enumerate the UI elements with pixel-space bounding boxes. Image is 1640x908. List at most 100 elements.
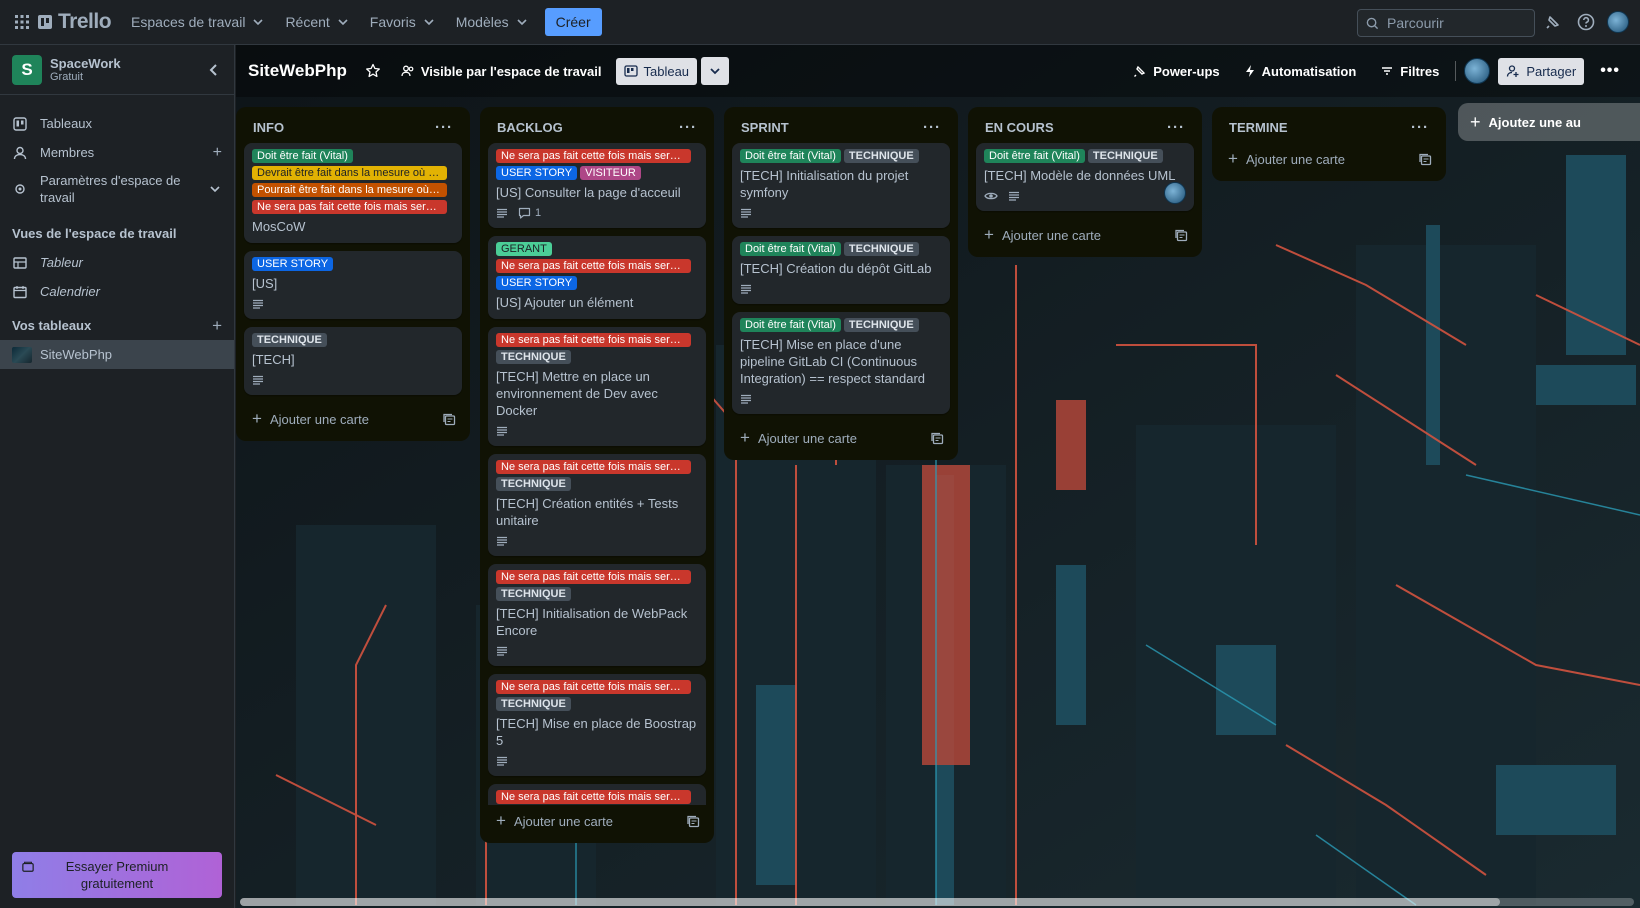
list-info[interactable]: INFO ··· Doit être fait (Vital) Devrait êtr… [236,107,470,441]
card-label[interactable]: VISITEUR [580,166,641,180]
list-menu-icon[interactable]: ··· [679,119,697,136]
menu-workspaces[interactable]: Espaces de travail [121,8,275,36]
list-termine[interactable]: TERMINE ··· + Ajouter une carte [1212,107,1446,181]
workspace-name[interactable]: SpaceWork [50,56,121,71]
list-header[interactable]: BACKLOG ··· [488,107,706,143]
filters-button[interactable]: Filtres [1372,58,1447,85]
scrollbar-thumb[interactable] [240,898,1500,906]
add-card-button[interactable]: + Ajouter une carte [976,219,1194,251]
card[interactable]: GERANT Ne sera pas fait cette fois mais s… [488,236,706,319]
card[interactable]: Ne sera pas fait cette fois mais sera ..… [488,784,706,805]
list-backlog[interactable]: BACKLOG ··· Ne sera pas fait cette fois ma… [480,107,714,843]
card-label[interactable]: Ne sera pas fait cette fois mais sera ..… [496,570,691,584]
card-label[interactable]: TECHNIQUE [843,242,919,256]
card-label[interactable]: Ne sera pas fait cette fois mais sera ..… [496,149,691,163]
sidebar-item-settings[interactable]: Paramètres d'espace de travail [0,167,234,211]
card-label[interactable]: Pourrait être fait dans la mesure où c..… [252,183,447,197]
card[interactable]: Doit être fait (Vital) TECHNIQUE [TECH] In… [732,143,950,228]
list-menu-icon[interactable]: ··· [923,119,941,136]
card-label[interactable]: Ne sera pas fait cette fois mais sera ..… [496,259,691,273]
list-menu-icon[interactable]: ··· [435,119,453,136]
app-switcher-icon[interactable] [10,10,34,34]
card[interactable]: Doit être fait (Vital) Devrait être fait … [244,143,462,243]
view-switcher-button[interactable]: Tableau [615,57,698,85]
card-label[interactable]: TECHNIQUE [496,350,571,364]
card-label[interactable]: USER STORY [252,257,334,271]
help-icon[interactable] [1576,12,1596,32]
card[interactable]: USER STORY [US] [244,251,462,319]
horizontal-scrollbar[interactable] [240,898,1634,906]
card[interactable]: Ne sera pas fait cette fois mais sera ..… [488,564,706,666]
card-label[interactable]: GERANT [496,242,552,256]
list-header[interactable]: EN COURS ··· [976,107,1194,143]
template-icon[interactable] [443,413,456,426]
card-label[interactable]: USER STORY [496,276,578,290]
try-premium-button[interactable]: Essayer Premium gratuitement [12,852,222,898]
card-label[interactable]: Doit être fait (Vital) [252,149,353,163]
trello-logo[interactable]: Trello [38,10,112,34]
add-list-button[interactable]: + Ajoutez une au [1458,103,1640,141]
add-card-button[interactable]: + Ajouter une carte [1220,143,1438,175]
card-member-avatar[interactable] [1164,182,1186,204]
card-label[interactable]: Doit être fait (Vital) [740,242,841,256]
sidebar-item-calendar[interactable]: Calendrier [0,277,234,306]
sidebar-item-table[interactable]: Tableur [0,248,234,277]
card-label[interactable]: Ne sera pas fait cette fois mais sera f.… [252,200,447,214]
automation-button[interactable]: Automatisation [1236,58,1365,85]
list-title[interactable]: INFO [253,120,284,135]
card-label[interactable]: TECHNIQUE [843,318,919,332]
list-sprint[interactable]: SPRINT ··· Doit être fait (Vital) TECHNIQUE… [724,107,958,460]
card-label[interactable]: TECHNIQUE [252,333,327,347]
list-header[interactable]: SPRINT ··· [732,107,950,143]
card-label[interactable]: Doit être fait (Vital) [984,149,1085,163]
template-icon[interactable] [931,432,944,445]
card-label[interactable]: Ne sera pas fait cette fois mais sera ..… [496,460,691,474]
sidebar-item-boards[interactable]: Tableaux [0,109,234,138]
card[interactable]: TECHNIQUE [TECH] [244,327,462,395]
card[interactable]: Doit être fait (Vital) TECHNIQUE [TECH] Cr… [732,236,950,304]
card-label[interactable]: Ne sera pas fait cette fois mais sera ..… [496,790,691,804]
card-label[interactable]: Ne sera pas fait cette fois mais sera ..… [496,333,691,347]
card-label[interactable]: Devrait être fait dans la mesure où p... [252,166,447,180]
list-menu-icon[interactable]: ··· [1167,119,1185,136]
search-input[interactable]: Parcourir [1357,9,1535,37]
share-button[interactable]: Partager [1498,57,1585,85]
create-button[interactable]: Créer [544,8,602,36]
add-card-button[interactable]: + Ajouter une carte [488,805,706,837]
list-header[interactable]: TERMINE ··· [1220,107,1438,143]
card-label[interactable]: TECHNIQUE [843,149,919,163]
card[interactable]: Doit être fait (Vital) TECHNIQUE [TECH] Mi… [732,312,950,414]
add-card-button[interactable]: + Ajouter une carte [732,422,950,454]
list-header[interactable]: INFO ··· [244,107,462,143]
card-label[interactable]: TECHNIQUE [496,477,571,491]
card[interactable]: Ne sera pas fait cette fois mais sera ..… [488,143,706,228]
template-icon[interactable] [1419,153,1432,166]
card-label[interactable]: Doit être fait (Vital) [740,318,841,332]
card-label[interactable]: TECHNIQUE [496,587,571,601]
card-label[interactable]: Doit être fait (Vital) [740,149,841,163]
add-member-icon[interactable]: + [213,144,222,162]
visibility-button[interactable]: Visible par l'espace de travail [393,58,610,85]
card[interactable]: Ne sera pas fait cette fois mais sera ..… [488,327,706,446]
card-label[interactable]: TECHNIQUE [1087,149,1163,163]
member-avatar[interactable] [1464,58,1491,84]
card-label[interactable]: Ne sera pas fait cette fois mais sera ..… [496,680,691,694]
user-avatar[interactable] [1607,11,1629,33]
card-label[interactable]: TECHNIQUE [496,697,571,711]
card[interactable]: Ne sera pas fait cette fois mais sera ..… [488,454,706,556]
template-icon[interactable] [1175,229,1188,242]
card-label[interactable]: USER STORY [496,166,578,180]
template-icon[interactable] [687,815,700,828]
board-menu-button[interactable]: ••• [1592,56,1628,86]
list-en-cours[interactable]: EN COURS ··· Doit être fait (Vital) TECHNIQ… [968,107,1202,257]
add-card-button[interactable]: + Ajouter une carte [244,403,462,435]
add-board-icon[interactable]: + [212,316,222,336]
list-menu-icon[interactable]: ··· [1411,119,1429,136]
powerups-button[interactable]: Power-ups [1125,58,1227,85]
list-title[interactable]: EN COURS [985,120,1054,135]
star-icon[interactable] [365,63,381,79]
sidebar-item-members[interactable]: Membres + [0,138,234,167]
list-title[interactable]: BACKLOG [497,120,563,135]
list-title[interactable]: SPRINT [741,120,789,135]
sidebar-board-sitewebphp[interactable]: SiteWebPhp [0,340,234,369]
